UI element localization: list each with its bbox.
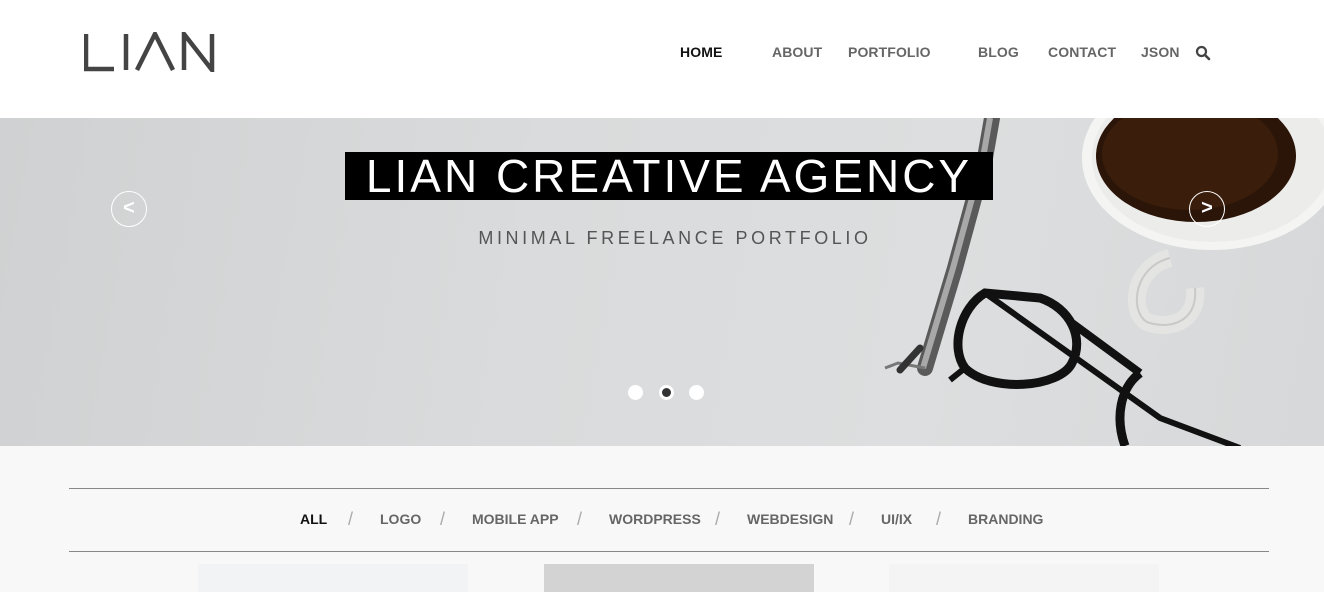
site-header: HOME ABOUT PORTFOLIO BLOG CONTACT JSON [0,0,1324,118]
filter-logo[interactable]: LOGO [380,511,421,527]
nav-about[interactable]: ABOUT [772,44,822,60]
nav-blog[interactable]: BLOG [978,44,1019,60]
portfolio-thumbnail[interactable] [198,564,468,592]
slider-next-button[interactable]: > [1189,191,1225,227]
hero-title: LIAN CREATIVE AGENCY [345,152,993,200]
filter-separator: / [440,509,446,529]
lian-logo[interactable] [84,32,218,72]
hero-slider: LIAN CREATIVE AGENCY MINIMAL FREELANCE P… [0,118,1324,446]
filter-separator: / [715,509,721,529]
nav-home[interactable]: HOME [680,44,722,60]
filter-all[interactable]: ALL [300,511,327,527]
filter-separator: / [849,509,855,529]
filter-branding[interactable]: BRANDING [968,511,1043,527]
slider-prev-button[interactable]: < [111,191,147,227]
filter-wordpress[interactable]: WORDPRESS [609,511,701,527]
hero-subtitle: MINIMAL FREELANCE PORTFOLIO [478,228,872,248]
portfolio-filter-bar: ALL / LOGO / MOBILE APP / WORDPRESS / WE… [69,488,1269,552]
filter-ui-ix[interactable]: UI/IX [881,511,912,527]
portfolio-thumbnail[interactable] [544,564,814,592]
filter-mobile-app[interactable]: MOBILE APP [472,511,559,527]
nav-portfolio[interactable]: PORTFOLIO [848,44,931,60]
slider-dot-2-active[interactable] [659,385,674,400]
filter-separator: / [348,509,354,529]
nav-contact[interactable]: CONTACT [1048,44,1116,60]
filter-webdesign[interactable]: WEBDESIGN [747,511,833,527]
slider-dot-3[interactable] [689,385,704,400]
portfolio-thumbnail[interactable] [889,564,1159,592]
search-icon[interactable] [1195,45,1211,61]
filter-separator: / [936,509,942,529]
filter-separator: / [577,509,583,529]
slider-dot-1[interactable] [628,385,643,400]
nav-json[interactable]: JSON [1141,44,1180,60]
